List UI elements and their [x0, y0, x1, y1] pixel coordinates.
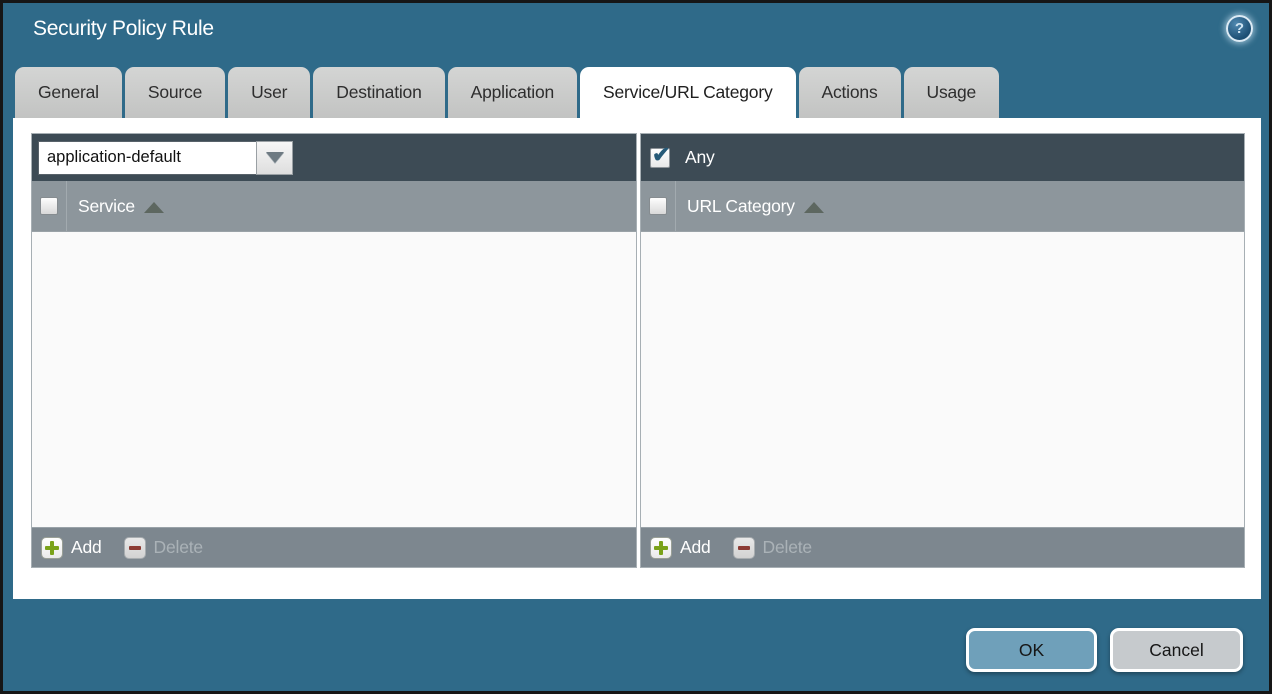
tab-destination[interactable]: Destination	[313, 67, 444, 118]
url-category-panel: Any URL Category Add Delete	[640, 133, 1245, 568]
service-panel: Service Add Delete	[31, 133, 637, 568]
service-type-input[interactable]	[38, 141, 256, 175]
tab-actions[interactable]: Actions	[799, 67, 901, 118]
service-table-body[interactable]	[32, 232, 636, 527]
service-delete-button[interactable]: Delete	[124, 537, 203, 559]
tab-application[interactable]: Application	[448, 67, 577, 118]
cancel-button[interactable]: Cancel	[1110, 628, 1243, 672]
service-type-dropdown	[38, 141, 293, 175]
add-button-label: Add	[680, 537, 711, 558]
add-plus-icon	[650, 537, 672, 559]
add-plus-icon	[41, 537, 63, 559]
service-select-all-cell	[32, 181, 67, 231]
service-type-dropdown-button[interactable]	[256, 141, 293, 175]
sort-ascending-icon[interactable]	[144, 202, 164, 213]
delete-minus-icon	[733, 537, 755, 559]
any-checkbox[interactable]	[650, 148, 670, 168]
service-panel-footer: Add Delete	[32, 527, 636, 567]
help-icon[interactable]: ?	[1226, 15, 1253, 42]
url-category-panel-toolbar: Any	[641, 134, 1244, 181]
service-add-button[interactable]: Add	[41, 537, 102, 559]
url-category-column-header[interactable]: URL Category	[687, 196, 795, 217]
service-select-all-checkbox[interactable]	[40, 197, 58, 215]
service-panel-toolbar	[32, 134, 636, 181]
service-table-header: Service	[32, 181, 636, 232]
tab-bar: General Source User Destination Applicat…	[15, 67, 999, 118]
url-category-delete-button[interactable]: Delete	[733, 537, 812, 559]
tab-usage[interactable]: Usage	[904, 67, 1000, 118]
dialog-title: Security Policy Rule	[33, 17, 214, 41]
tab-general[interactable]: General	[15, 67, 122, 118]
delete-minus-icon	[124, 537, 146, 559]
url-category-select-all-cell	[641, 181, 676, 231]
tab-content-area: Service Add Delete Any	[13, 118, 1261, 599]
service-column-header[interactable]: Service	[78, 196, 135, 217]
tab-source[interactable]: Source	[125, 67, 225, 118]
delete-button-label: Delete	[154, 537, 203, 558]
tab-user[interactable]: User	[228, 67, 310, 118]
url-category-panel-footer: Add Delete	[641, 527, 1244, 567]
url-category-table-body[interactable]	[641, 232, 1244, 527]
delete-button-label: Delete	[763, 537, 812, 558]
sort-ascending-icon[interactable]	[804, 202, 824, 213]
url-category-select-all-checkbox[interactable]	[649, 197, 667, 215]
ok-button[interactable]: OK	[966, 628, 1097, 672]
any-checkbox-label: Any	[685, 147, 715, 168]
security-policy-rule-dialog: Security Policy Rule ? General Source Us…	[0, 0, 1272, 694]
any-row: Any	[650, 147, 715, 168]
tab-service-url-category[interactable]: Service/URL Category	[580, 67, 795, 118]
url-category-add-button[interactable]: Add	[650, 537, 711, 559]
url-category-table-header: URL Category	[641, 181, 1244, 232]
add-button-label: Add	[71, 537, 102, 558]
chevron-down-icon	[266, 152, 284, 163]
